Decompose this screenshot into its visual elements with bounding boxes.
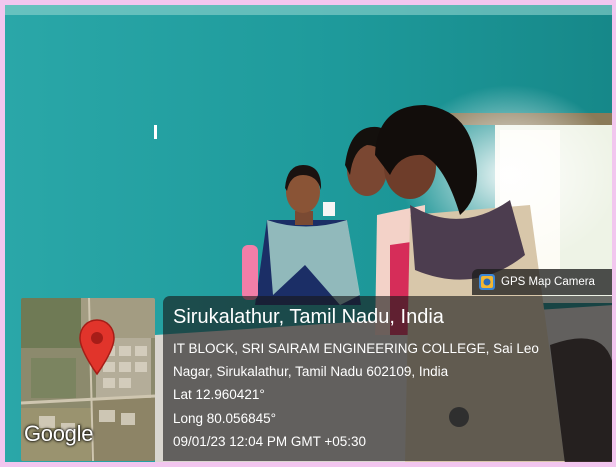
photo-frame: Google GPS Map Camera Sirukalathur, Tami…	[0, 0, 616, 467]
city-heading: Sirukalathur, Tamil Nadu, India	[173, 306, 444, 328]
ceiling-edge	[5, 5, 612, 15]
longitude-text: Long 80.056845°	[173, 411, 276, 426]
gps-map-camera-label: GPS Map Camera	[501, 276, 595, 288]
google-logo: Google	[24, 421, 94, 446]
wall-switch	[154, 125, 157, 139]
address-line-1: IT BLOCK, SRI SAIRAM ENGINEERING COLLEGE…	[173, 341, 539, 356]
map-pin-icon	[79, 319, 115, 376]
address-line-2: Nagar, Sirukalathur, Tamil Nadu 602109, …	[173, 364, 449, 379]
pink-bottle	[242, 245, 258, 300]
geotagged-photo: Google GPS Map Camera Sirukalathur, Tami…	[5, 5, 612, 462]
gps-map-camera-badge: GPS Map Camera	[472, 269, 612, 295]
location-info-box: Sirukalathur, Tamil Nadu, India IT BLOCK…	[163, 296, 612, 461]
map-thumbnail[interactable]: Google	[21, 298, 155, 461]
gps-map-camera-icon	[479, 274, 495, 290]
timestamp-text: 09/01/23 12:04 PM GMT +05:30	[173, 434, 367, 449]
latitude-text: Lat 12.960421°	[173, 387, 265, 402]
